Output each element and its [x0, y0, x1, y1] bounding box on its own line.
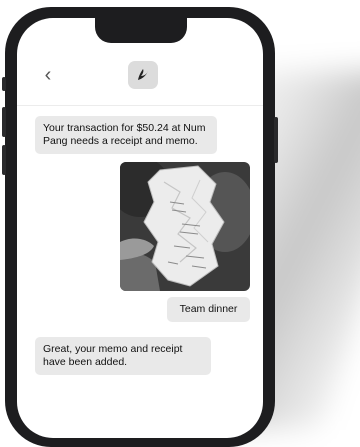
incoming-message: Your transaction for $50.24 at Num Pang …: [35, 116, 217, 154]
message-text: Your transaction for $50.24 at Num Pang …: [43, 122, 206, 147]
notch: [95, 18, 187, 43]
message-text: Team dinner: [179, 303, 238, 315]
receipt-photo-image: [120, 162, 250, 291]
incoming-message: Great, your memo and receipt have been a…: [35, 337, 211, 375]
phone-frame: ‹ Your transaction for $50.24 at Num Pan…: [2, 7, 278, 447]
bird-logo-icon: [138, 69, 148, 80]
back-button[interactable]: ‹: [37, 64, 59, 86]
outgoing-message: Team dinner: [167, 297, 250, 322]
phone-side-button: [2, 77, 6, 91]
message-text: Great, your memo and receipt have been a…: [43, 343, 183, 368]
receipt-photo[interactable]: [120, 162, 250, 291]
phone-volume-up: [2, 107, 6, 137]
phone-volume-down: [2, 145, 6, 175]
phone-screen: ‹ Your transaction for $50.24 at Num Pan…: [17, 18, 263, 438]
chevron-left-icon: ‹: [44, 64, 52, 86]
header-divider: [17, 105, 263, 106]
app-logo: [128, 61, 158, 89]
phone-power-button: [274, 117, 278, 163]
